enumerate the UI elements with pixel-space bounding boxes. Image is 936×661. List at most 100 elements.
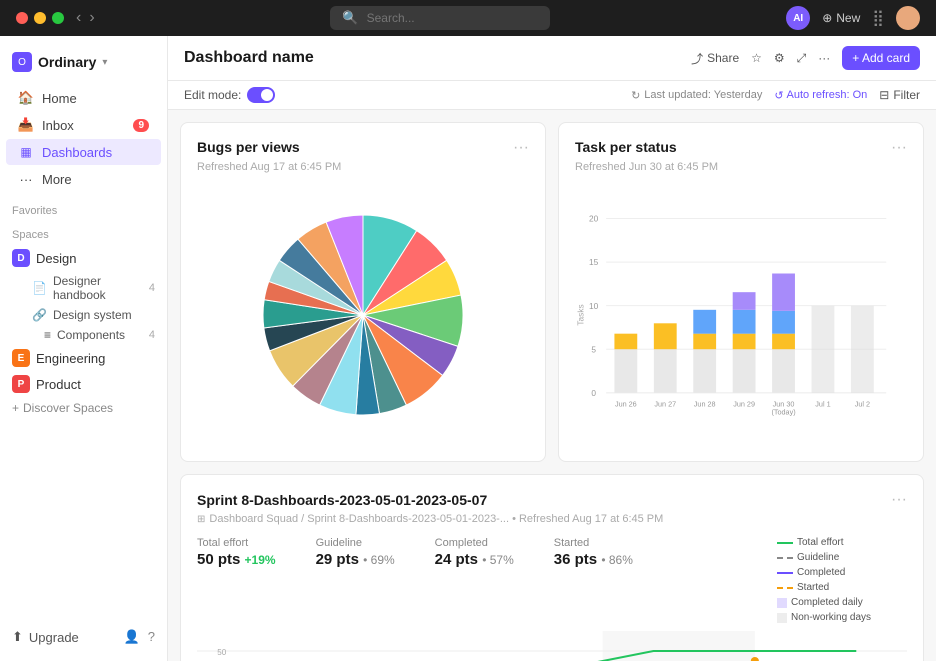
- upgrade-button[interactable]: ⬆ Upgrade: [12, 629, 79, 645]
- sidebar-item-designer-handbook[interactable]: 📄 Designer handbook 4: [0, 271, 167, 305]
- sidebar-nav: 🏠 Home 📥 Inbox 9 ▦ Dashboards ··· More: [0, 80, 167, 197]
- workspace-name: Ordinary: [38, 54, 96, 70]
- share-button[interactable]: ⤴ Share: [691, 50, 739, 67]
- close-dot[interactable]: [16, 12, 28, 24]
- sidebar-item-label: Dashboards: [42, 145, 149, 160]
- cards-row: Bugs per views ··· Refreshed Aug 17 at 6…: [180, 122, 924, 462]
- sidebar-item-label: Inbox: [42, 118, 125, 133]
- sidebar-item-more[interactable]: ··· More: [6, 166, 161, 192]
- toolbar-right: ↻ Last updated: Yesterday ↺ Auto refresh…: [631, 88, 920, 102]
- legend-line-icon: [777, 542, 793, 544]
- stat-value: 24 pts • 57%: [435, 551, 514, 568]
- more-button[interactable]: ···: [818, 51, 830, 65]
- forward-button[interactable]: ›: [89, 9, 94, 27]
- back-button[interactable]: ‹: [76, 9, 81, 27]
- filter-icon: ⊟: [879, 88, 889, 102]
- filter-button[interactable]: ⊟ Filter: [879, 88, 920, 102]
- svg-text:Jun 27: Jun 27: [654, 399, 676, 408]
- sprint-title: Sprint 8-Dashboards-2023-05-01-2023-05-0…: [197, 492, 487, 508]
- svg-text:5: 5: [591, 344, 596, 354]
- sprint-line-chart: 30 40 50: [197, 631, 907, 661]
- minimize-dot[interactable]: [34, 12, 46, 24]
- search-input[interactable]: [367, 11, 539, 25]
- user-icon[interactable]: 👤: [124, 629, 140, 645]
- inbox-icon: 📥: [18, 117, 34, 133]
- sprint-line-chart-svg: 30 40 50: [197, 631, 907, 661]
- card-menu-button[interactable]: ···: [891, 139, 907, 157]
- product-space-label: Product: [36, 377, 81, 392]
- pie-chart: [197, 185, 529, 445]
- discover-label: Discover Spaces: [23, 401, 113, 415]
- legend-box-icon: [777, 613, 787, 623]
- gear-icon: ⚙: [774, 51, 785, 65]
- stat-label: Guideline: [316, 537, 395, 549]
- auto-refresh-button[interactable]: ↺ Auto refresh: On: [774, 89, 867, 102]
- item-count: 4: [149, 329, 155, 341]
- upgrade-icon: ⬆: [12, 629, 23, 645]
- stat-value: 36 pts • 86%: [554, 551, 633, 568]
- sidebar-item-dashboards[interactable]: ▦ Dashboards: [6, 139, 161, 165]
- sidebar-item-engineering[interactable]: E Engineering: [0, 345, 167, 371]
- search-bar[interactable]: 🔍: [330, 6, 550, 30]
- breadcrumb-text: Dashboard Squad / Sprint 8-Dashboards-20…: [209, 513, 663, 525]
- doc-icon: 📄: [32, 281, 47, 295]
- search-icon: 🔍: [342, 10, 358, 26]
- ai-button[interactable]: AI: [786, 6, 810, 30]
- dashboard-content: Bugs per views ··· Refreshed Aug 17 at 6…: [168, 110, 936, 661]
- settings-button[interactable]: ⚙: [774, 51, 785, 65]
- card-title: Bugs per views: [197, 139, 300, 155]
- inbox-badge: 9: [133, 119, 149, 132]
- sprint-card: Sprint 8-Dashboards-2023-05-01-2023-05-0…: [180, 474, 924, 661]
- main-header: Dashboard name ⤴ Share ☆ ⚙ ⤢ ··· +: [168, 36, 936, 81]
- edit-mode-toggle[interactable]: [247, 87, 275, 103]
- svg-text:Jun 28: Jun 28: [694, 399, 716, 408]
- stat-pct: • 69%: [363, 553, 395, 567]
- auto-refresh-icon: ↺: [774, 89, 783, 102]
- titlebar-navigation: ‹ ›: [76, 9, 95, 27]
- sidebar-item-inbox[interactable]: 📥 Inbox 9: [6, 112, 161, 138]
- sprint-stats: Total effort 50 pts +19% Guideline 29 pt…: [197, 537, 633, 568]
- sidebar-item-design-system[interactable]: 🔗 Design system: [0, 305, 167, 325]
- expand-button[interactable]: ⤢: [797, 51, 807, 66]
- help-icon[interactable]: ?: [148, 629, 155, 645]
- svg-text:Jun 26: Jun 26: [615, 399, 637, 408]
- svg-text:Jul 2: Jul 2: [855, 399, 870, 408]
- sidebar-footer: ⬆ Upgrade 👤 ?: [0, 621, 167, 653]
- refresh-icon: ↻: [631, 89, 640, 102]
- new-button[interactable]: ⊕ New: [822, 11, 860, 25]
- card-menu-button[interactable]: ···: [513, 139, 529, 157]
- avatar[interactable]: [896, 6, 920, 30]
- stat-label: Total effort: [197, 537, 276, 549]
- legend-started: Started: [777, 582, 907, 593]
- workspace-icon: O: [12, 52, 32, 72]
- grid-icon[interactable]: ⣿: [872, 8, 884, 28]
- sidebar-item-label: Home: [42, 91, 149, 106]
- sidebar-item-design[interactable]: D Design: [0, 245, 167, 271]
- toggle-dot: [261, 89, 273, 101]
- discover-spaces[interactable]: + Discover Spaces: [0, 397, 167, 419]
- sidebar-item-home[interactable]: 🏠 Home: [6, 85, 161, 111]
- stat-pct: • 86%: [601, 553, 633, 567]
- ellipsis-icon: ···: [818, 51, 830, 65]
- sprint-breadcrumb: ⊞ Dashboard Squad / Sprint 8-Dashboards-…: [197, 513, 907, 525]
- add-card-button[interactable]: + Add card: [842, 46, 920, 70]
- item-label: Designer handbook: [53, 274, 143, 302]
- legend-dashed-icon: [777, 587, 793, 589]
- legend-completed-daily: Completed daily: [777, 597, 907, 608]
- last-updated-info: ↻ Last updated: Yesterday: [631, 89, 762, 102]
- engineering-space-icon: E: [12, 349, 30, 367]
- edit-mode-control: Edit mode:: [184, 87, 275, 103]
- svg-text:Jun 29: Jun 29: [733, 399, 755, 408]
- sidebar-item-components[interactable]: ≡ Components 4: [0, 325, 167, 345]
- sidebar-item-product[interactable]: P Product: [0, 371, 167, 397]
- stat-pct: • 57%: [482, 553, 514, 567]
- svg-text:Tasks: Tasks: [575, 304, 585, 325]
- design-space-icon: D: [12, 249, 30, 267]
- titlebar: ‹ › 🔍 AI ⊕ New ⣿: [0, 0, 936, 36]
- maximize-dot[interactable]: [52, 12, 64, 24]
- star-button[interactable]: ☆: [751, 51, 762, 65]
- workspace-selector[interactable]: O Ordinary ▾: [0, 44, 167, 80]
- sprint-menu-button[interactable]: ···: [891, 491, 907, 509]
- svg-text:15: 15: [589, 257, 599, 267]
- list-icon: ≡: [44, 328, 51, 342]
